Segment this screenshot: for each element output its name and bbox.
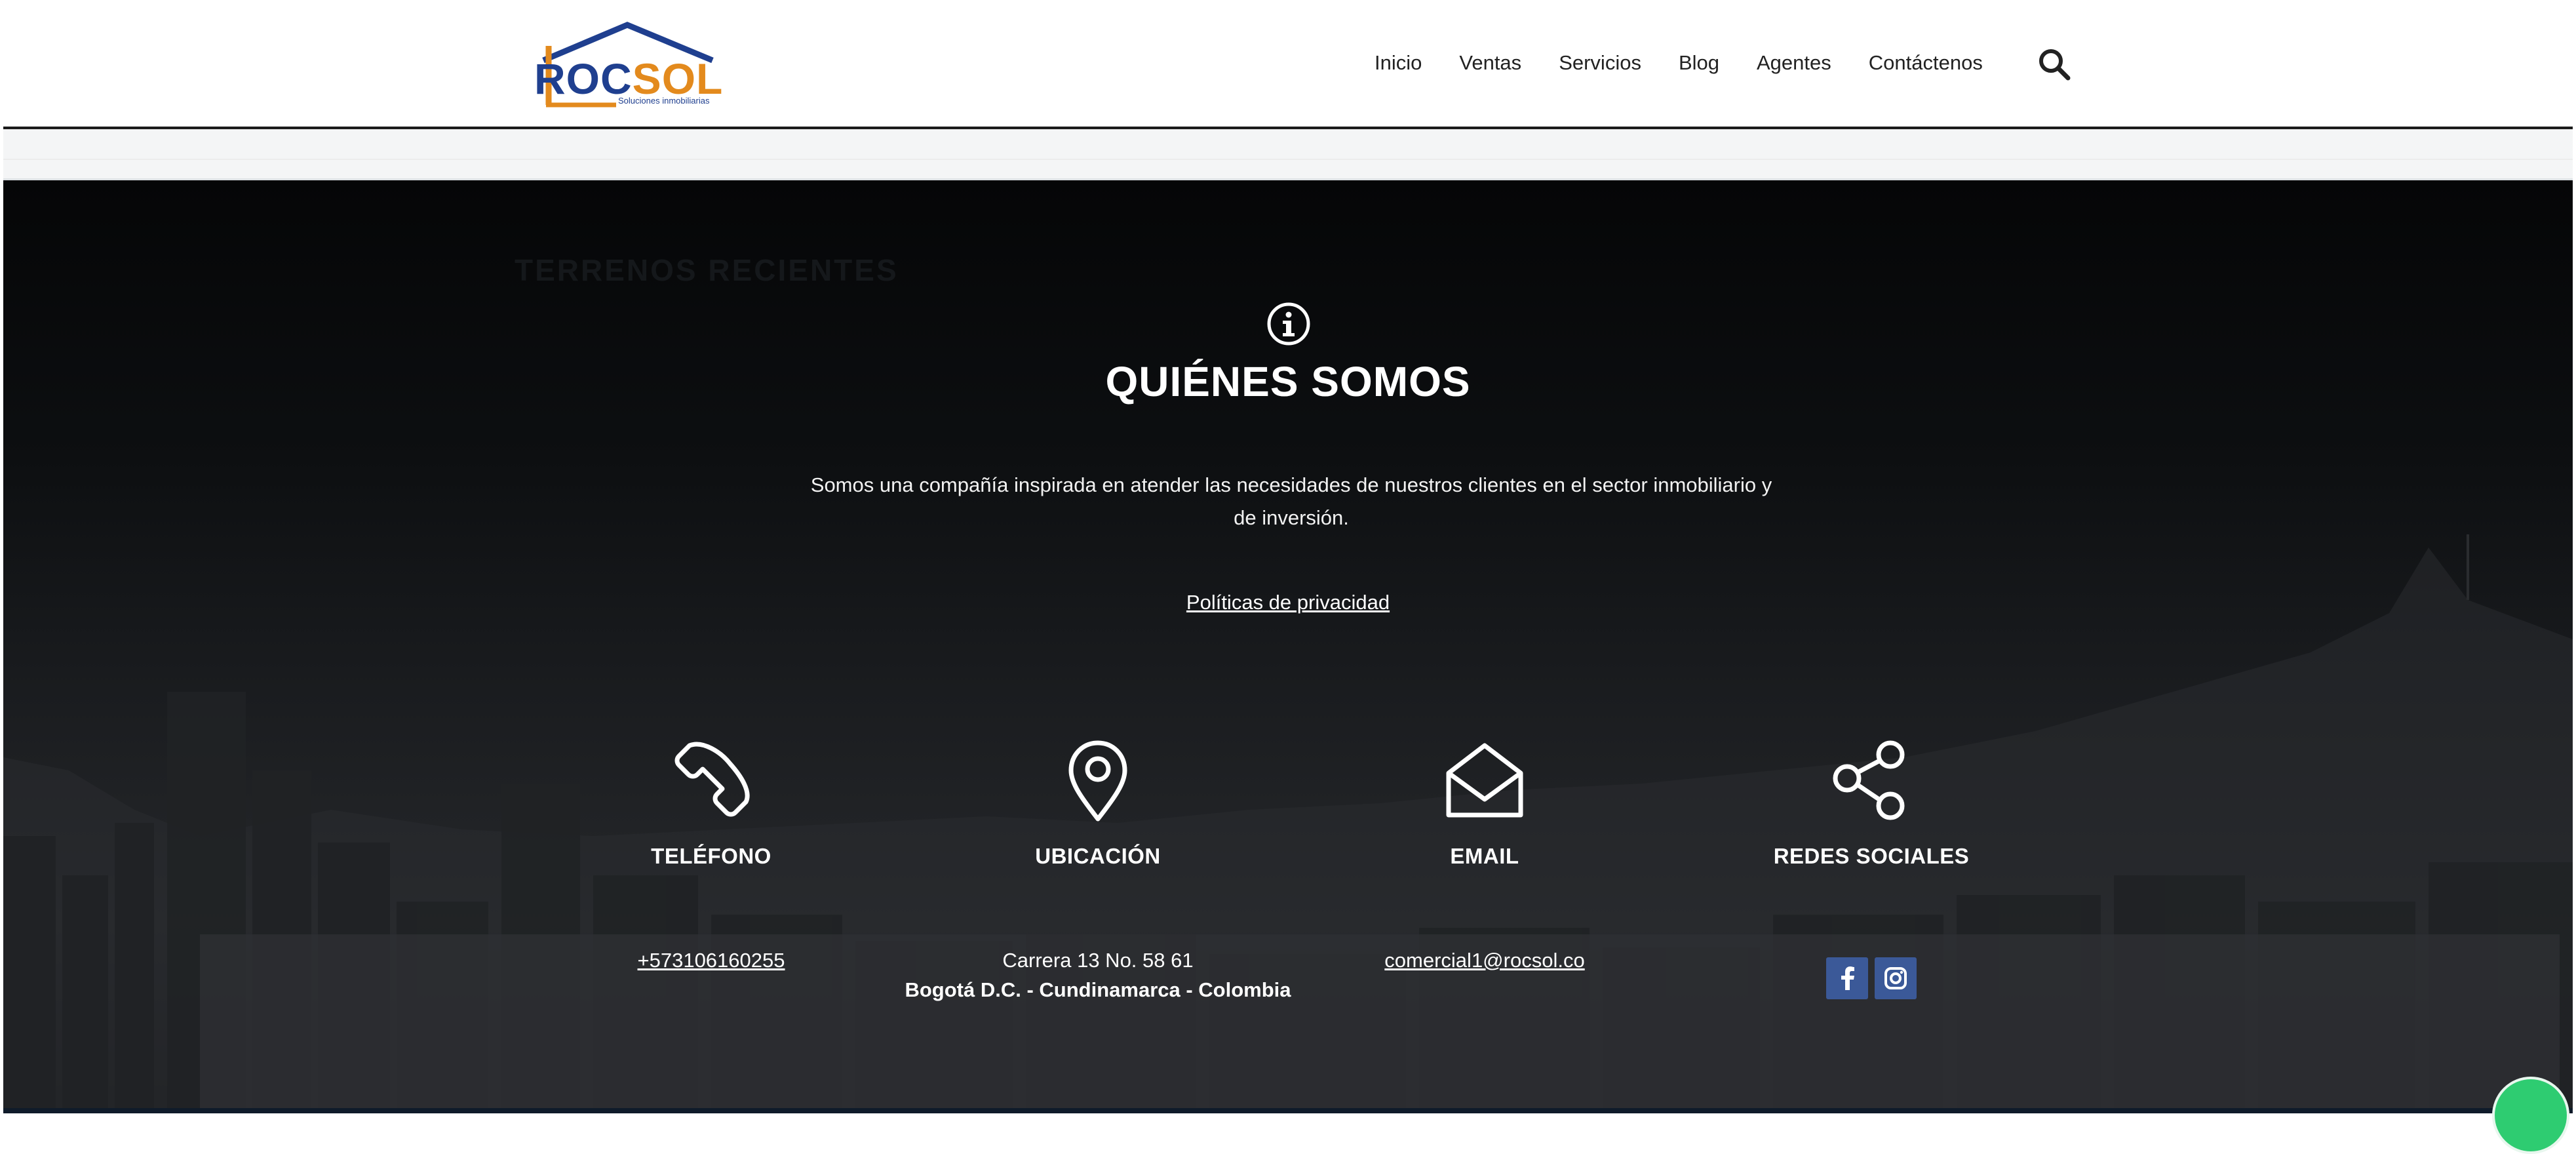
facebook-button[interactable] xyxy=(1826,957,1868,999)
contact-phone: TELÉFONO +573106160255 xyxy=(515,738,908,972)
nav-item-ventas[interactable]: Ventas xyxy=(1459,51,1521,75)
section-ghost-heading: TERRENOS RECIENTES xyxy=(515,253,899,287)
map-pin-icon xyxy=(1068,740,1127,822)
whatsapp-chat-button[interactable] xyxy=(2492,1077,2569,1154)
envelope-open-icon xyxy=(1446,743,1523,818)
email-title: EMAIL xyxy=(1450,844,1519,868)
contact-email: EMAIL comercial1@rocsol.co xyxy=(1288,738,1681,972)
nav-item-agentes[interactable]: Agentes xyxy=(1757,51,1831,75)
search-icon[interactable] xyxy=(2037,47,2071,81)
about-title: QUIÉNES SOMOS xyxy=(1105,358,1471,405)
site-header: ROCSOL Soluciones inmobiliarias Inicio V… xyxy=(3,0,2573,129)
phone-icon xyxy=(674,742,750,817)
logo-tagline: Soluciones inmobiliarias xyxy=(618,96,710,106)
contact-location: UBICACIÓN Carrera 13 No. 58 61 Bogotá D.… xyxy=(901,738,1295,1001)
info-circle-icon xyxy=(1266,302,1311,346)
about-description: Somos una compañía inspirada en atender … xyxy=(810,473,1772,529)
address-line2: Bogotá D.C. - Cundinamarca - Colombia xyxy=(905,978,1291,1001)
share-icon xyxy=(1833,740,1905,820)
phone-title: TELÉFONO xyxy=(651,844,771,868)
facebook-icon xyxy=(1841,966,1854,990)
privacy-policy-link[interactable]: Políticas de privacidad xyxy=(3,591,2573,614)
sub-header-divider xyxy=(3,159,2573,160)
nav-item-servicios[interactable]: Servicios xyxy=(1559,51,1641,75)
contact-social: REDES SOCIALES xyxy=(1675,738,2068,999)
nav-item-contactenos[interactable]: Contáctenos xyxy=(1869,51,1983,75)
main-nav: Inicio Ventas Servicios Blog Agentes Con… xyxy=(1375,43,2020,83)
phone-number-link[interactable]: +573106160255 xyxy=(515,949,908,972)
bottom-accent-strip xyxy=(3,1108,2573,1113)
instagram-button[interactable] xyxy=(1875,957,1917,999)
social-links xyxy=(1675,957,2068,999)
nav-item-inicio[interactable]: Inicio xyxy=(1375,51,1422,75)
site-footer: TERRENOS RECIENTES QUIÉNES SOMOS Somos u… xyxy=(3,180,2573,1108)
address-line1: Carrera 13 No. 58 61 xyxy=(1002,949,1194,972)
email-link[interactable]: comercial1@rocsol.co xyxy=(1288,949,1681,972)
sub-header-bar xyxy=(3,129,2573,180)
rocsol-logo[interactable]: ROCSOL Soluciones inmobiliarias xyxy=(534,20,722,111)
instagram-icon xyxy=(1884,967,1907,989)
location-title: UBICACIÓN xyxy=(1035,844,1161,868)
social-title: REDES SOCIALES xyxy=(1773,844,1970,868)
nav-item-blog[interactable]: Blog xyxy=(1679,51,1719,75)
